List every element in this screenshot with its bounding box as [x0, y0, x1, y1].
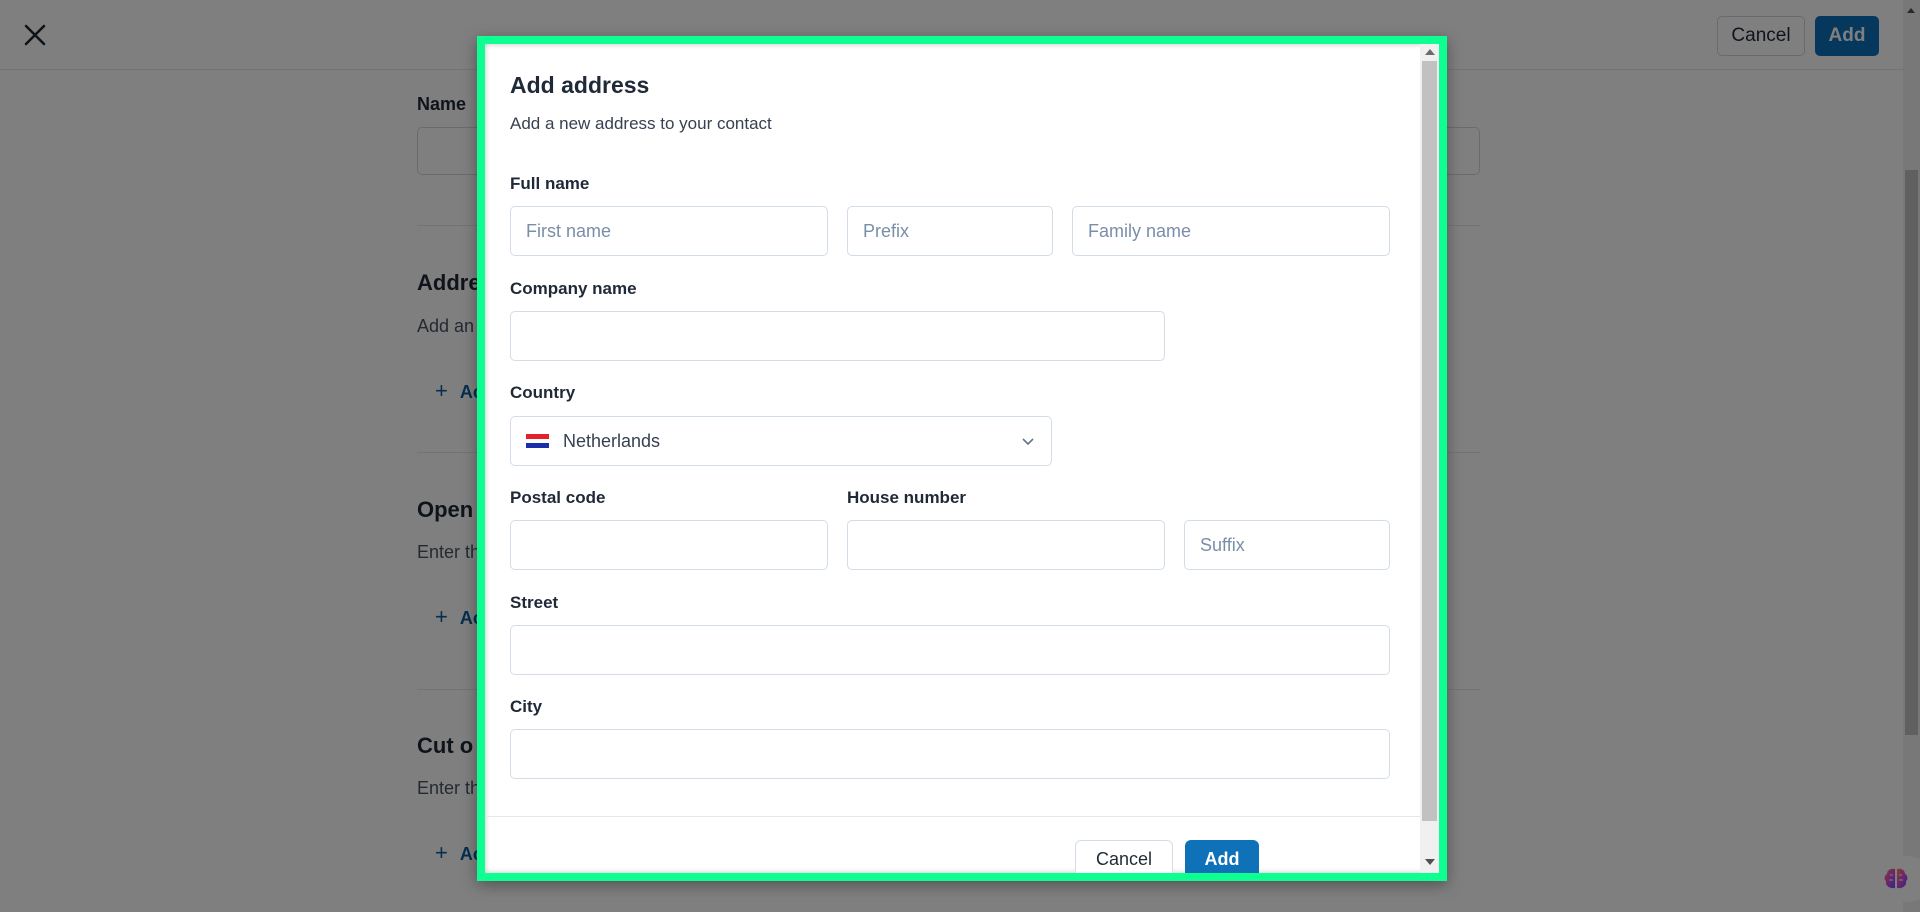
street-input[interactable] — [510, 625, 1390, 675]
postal-code-input[interactable] — [510, 520, 828, 570]
country-value: Netherlands — [563, 430, 661, 451]
dialog-add-button[interactable]: Add — [1185, 840, 1259, 873]
scroll-down-icon[interactable] — [1425, 859, 1435, 865]
prefix-input[interactable] — [847, 206, 1053, 256]
city-label: City — [510, 697, 543, 716]
suffix-input[interactable] — [1184, 520, 1390, 570]
dialog-cancel-button[interactable]: Cancel — [1075, 840, 1173, 873]
postal-code-label: Postal code — [510, 488, 606, 507]
dialog-subtitle: Add a new address to your contact — [510, 114, 772, 133]
company-name-label: Company name — [510, 279, 637, 298]
street-label: Street — [510, 593, 559, 612]
add-address-dialog: Add address Add a new address to your co… — [485, 44, 1439, 873]
family-name-input[interactable] — [1072, 206, 1390, 256]
full-name-label: Full name — [510, 174, 590, 193]
city-input[interactable] — [510, 729, 1390, 779]
dialog-title: Add address — [510, 72, 650, 98]
house-number-input[interactable] — [847, 520, 1165, 570]
netherlands-flag-icon — [526, 434, 549, 449]
house-number-label: House number — [847, 488, 967, 507]
scroll-up-icon[interactable] — [1425, 49, 1435, 55]
company-name-input[interactable] — [510, 311, 1165, 361]
modal-highlight-frame: Add address Add a new address to your co… — [477, 36, 1447, 881]
dialog-footer-divider — [485, 816, 1420, 817]
country-select[interactable]: Netherlands — [510, 416, 1052, 466]
chevron-down-icon — [1022, 438, 1034, 446]
first-name-input[interactable] — [510, 206, 828, 256]
dialog-scrollbar-thumb[interactable] — [1422, 61, 1437, 821]
country-label: Country — [510, 383, 576, 402]
dialog-scrollbar[interactable] — [1420, 44, 1439, 873]
